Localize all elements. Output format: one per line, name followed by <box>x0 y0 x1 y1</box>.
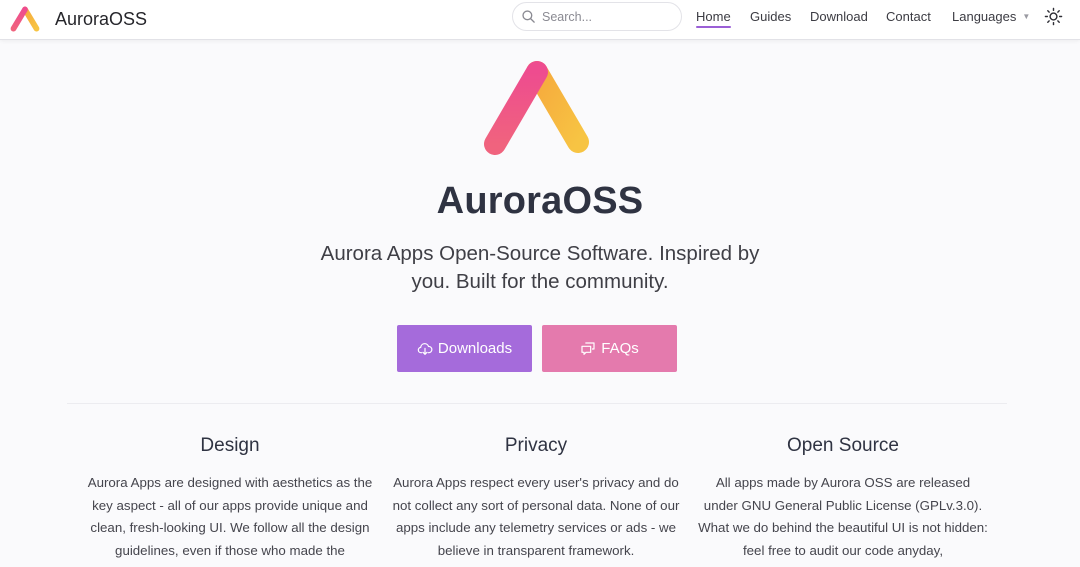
hero-title: AuroraOSS <box>436 180 644 222</box>
faqs-button-label: FAQs <box>601 340 639 357</box>
feature-title: Open Source <box>787 435 899 456</box>
nav-link-guides[interactable]: Guides <box>750 9 791 24</box>
feature-privacy: Privacy Aurora Apps respect every user's… <box>391 433 681 563</box>
feature-open-source: Open Source All apps made by Aurora OSS … <box>698 433 988 563</box>
search-icon <box>522 10 535 23</box>
search-box[interactable] <box>512 2 682 31</box>
hero-tagline: Aurora Apps Open-Source Software. Inspir… <box>320 242 760 293</box>
brand-home-link[interactable]: AuroraOSS <box>9 4 147 36</box>
feature-description: Aurora Apps respect every user's privacy… <box>392 475 680 559</box>
hero-aurora-logo <box>484 61 590 159</box>
downloads-button[interactable]: Downloads <box>397 325 532 372</box>
chat-bubbles-icon <box>581 341 595 355</box>
nav-link-contact[interactable]: Contact <box>886 9 931 24</box>
brand-title: AuroraOSS <box>55 9 148 29</box>
feature-description: All apps made by Aurora OSS are released… <box>698 475 988 559</box>
feature-design: Design Aurora Apps are designed with aes… <box>85 433 375 563</box>
languages-label: Languages <box>952 9 1017 24</box>
downloads-button-label: Downloads <box>437 340 513 357</box>
section-divider <box>67 403 1007 404</box>
caret-down-icon: ▼ <box>1022 12 1031 21</box>
sun-icon[interactable] <box>1044 7 1063 26</box>
search-input[interactable] <box>542 9 672 24</box>
feature-title: Design <box>200 435 260 456</box>
feature-description: Aurora Apps are designed with aesthetics… <box>87 475 373 559</box>
faqs-button[interactable]: FAQs <box>542 325 677 372</box>
cloud-download-icon <box>417 342 433 355</box>
top-navbar: AuroraOSS Home Guides Download Contact L… <box>0 0 1080 40</box>
nav-link-languages[interactable]: Languages ▼ <box>952 9 1030 24</box>
nav-link-download[interactable]: Download <box>810 9 868 24</box>
nav-link-home[interactable]: Home <box>696 9 731 28</box>
feature-title: Privacy <box>504 435 568 456</box>
aurora-logo-icon <box>10 6 40 32</box>
